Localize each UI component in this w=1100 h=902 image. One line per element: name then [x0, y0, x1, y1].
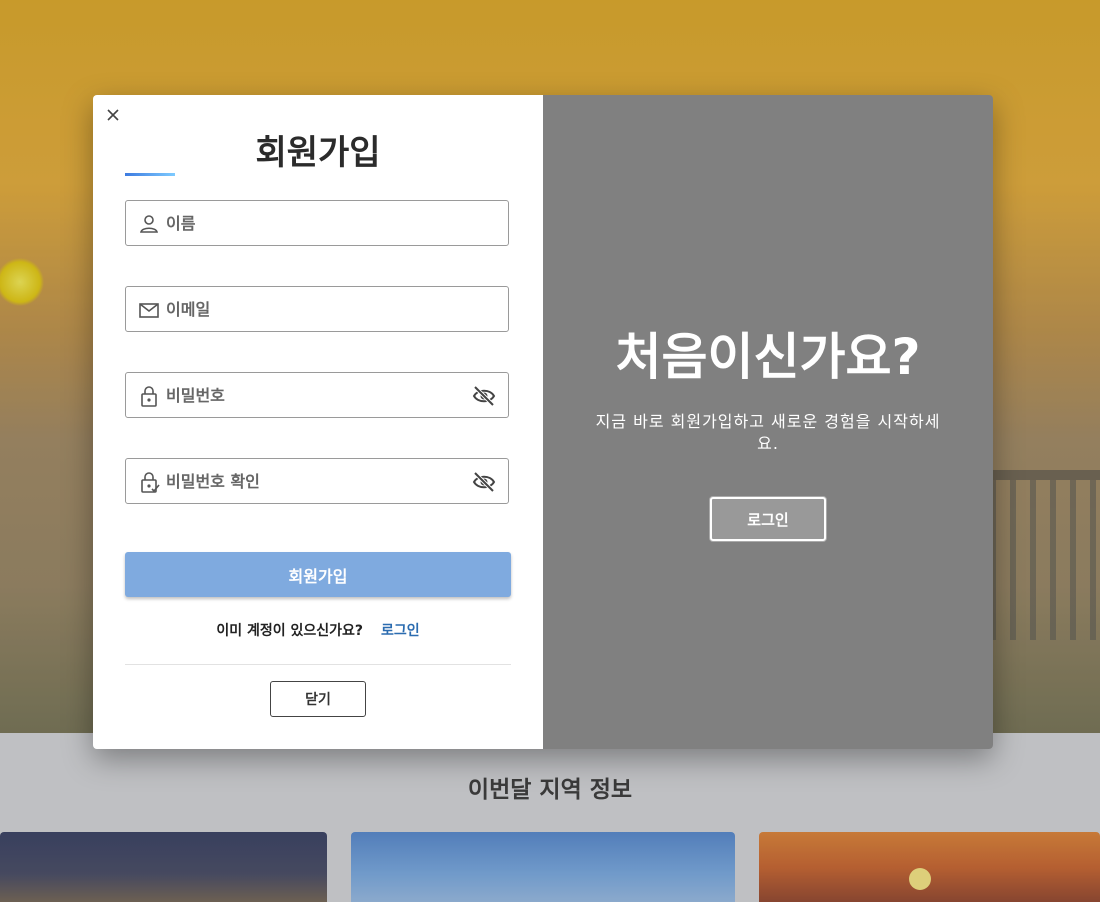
email-field[interactable]: [125, 286, 509, 332]
lock-icon: [138, 385, 160, 407]
have-account-text: 이미 계정이 있으신가요?: [216, 623, 364, 639]
close-icon[interactable]: [105, 107, 121, 123]
welcome-panel: 처음이신가요? 지금 바로 회원가입하고 새로운 경험을 시작하세요. 로그인: [543, 95, 993, 749]
password-confirm-input[interactable]: [166, 459, 466, 503]
signup-button[interactable]: 회원가입: [125, 552, 511, 597]
have-account-row: 이미 계정이 있으신가요? 로그인: [93, 620, 543, 640]
close-button[interactable]: 닫기: [270, 681, 366, 717]
signup-panel: 회원가입 이름 이메일 회원가입 이미 계정이 있으신가요? 로그인 닫기: [93, 95, 543, 749]
title-underline: [125, 173, 175, 176]
visibility-off-icon[interactable]: [472, 471, 496, 493]
welcome-title: 처음이신가요?: [615, 328, 921, 386]
lock-check-icon: [138, 471, 160, 493]
welcome-subtitle: 지금 바로 회원가입하고 새로운 경험을 시작하세요.: [595, 412, 941, 453]
signup-modal: 회원가입 이름 이메일 회원가입 이미 계정이 있으신가요? 로그인 닫기 처음…: [93, 95, 993, 749]
mail-icon: [138, 299, 160, 321]
password-input[interactable]: [166, 373, 466, 417]
name-input[interactable]: [166, 201, 466, 245]
divider: [125, 664, 511, 665]
signup-title: 회원가입: [255, 133, 381, 173]
visibility-off-icon[interactable]: [472, 385, 496, 407]
login-link[interactable]: 로그인: [381, 623, 420, 639]
login-button[interactable]: 로그인: [710, 497, 826, 541]
password-field[interactable]: [125, 372, 509, 418]
email-input[interactable]: [166, 287, 466, 331]
user-icon: [138, 213, 160, 235]
name-field[interactable]: [125, 200, 509, 246]
password-confirm-field[interactable]: [125, 458, 509, 504]
